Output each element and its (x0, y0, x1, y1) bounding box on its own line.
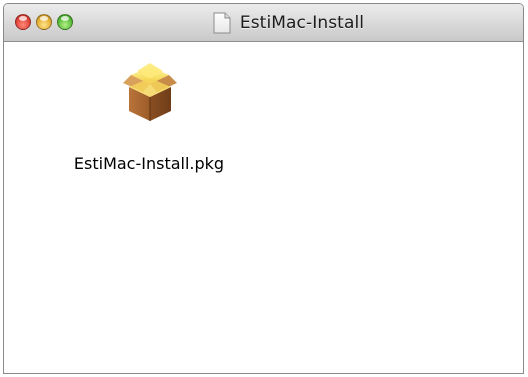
document-icon (213, 12, 231, 34)
finder-window: EstiMac-Install EstiMac-Install.pkg (3, 3, 524, 374)
window-title-area: EstiMac-Install (4, 4, 523, 42)
window-title: EstiMac-Install (239, 13, 365, 33)
title-bar[interactable]: EstiMac-Install (4, 4, 523, 42)
file-name[interactable]: EstiMac-Install.pkg (44, 154, 254, 173)
package-icon[interactable] (117, 59, 183, 125)
file-item-estimac-install-pkg[interactable]: EstiMac-Install.pkg (44, 59, 254, 179)
window-content[interactable]: EstiMac-Install.pkg (4, 42, 523, 373)
